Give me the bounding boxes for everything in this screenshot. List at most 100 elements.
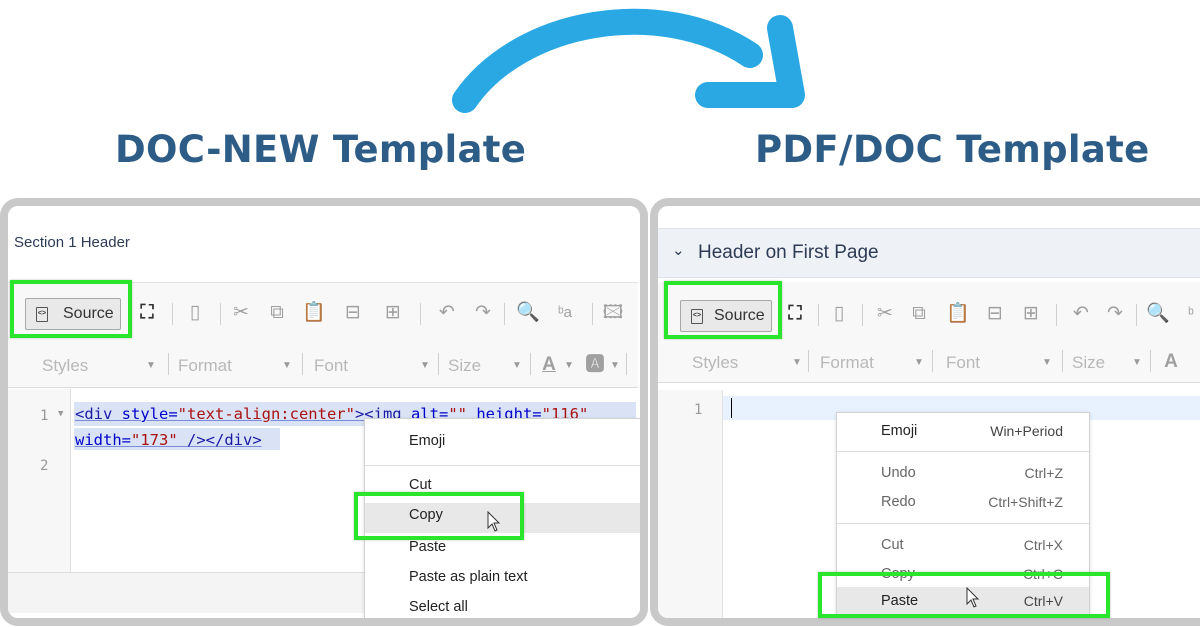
replace-icon[interactable]: ᵇa bbox=[554, 303, 576, 323]
code-token: "173" bbox=[131, 431, 178, 449]
line-number: 1 bbox=[694, 402, 703, 418]
code-token: "text-align:center" bbox=[177, 405, 355, 423]
show-blocks-icon[interactable]: ▯ bbox=[184, 303, 206, 323]
toolbar-separator bbox=[808, 350, 809, 372]
mouse-cursor-icon bbox=[966, 587, 980, 608]
undo-icon[interactable]: ↶ bbox=[1070, 304, 1092, 324]
menu-separator bbox=[837, 523, 1089, 524]
chevron-down-icon: ▼ bbox=[914, 357, 924, 368]
paste-text-icon[interactable]: ⊟ bbox=[984, 304, 1006, 324]
right-heading: PDF/DOC Template bbox=[755, 128, 1150, 171]
toolbar-separator bbox=[592, 303, 593, 325]
line-number: 2 bbox=[40, 458, 49, 474]
size-dropdown[interactable]: Size bbox=[1072, 353, 1105, 373]
copy-icon[interactable]: ⧉ bbox=[908, 304, 930, 324]
section-header-bar[interactable]: ⌄ Header on First Page bbox=[658, 228, 1200, 278]
chevron-down-icon: ▼ bbox=[282, 360, 292, 371]
copy-icon[interactable]: ⧉ bbox=[266, 303, 288, 323]
paste-icon[interactable]: 📋 bbox=[302, 303, 326, 323]
paste-word-icon[interactable]: ⊞ bbox=[382, 303, 404, 323]
toolbar-separator bbox=[1056, 304, 1057, 326]
chevron-down-icon: ▼ bbox=[1132, 357, 1142, 368]
curved-arrow-icon bbox=[452, 8, 805, 113]
menu-item-paste[interactable]: Paste bbox=[365, 539, 640, 565]
maximize-icon[interactable]: ⛶ bbox=[136, 303, 158, 323]
toolbar-separator bbox=[1150, 350, 1151, 372]
toolbar-separator bbox=[818, 304, 819, 326]
chevron-down-icon: ▼ bbox=[420, 360, 430, 371]
font-dropdown[interactable]: Font bbox=[946, 353, 980, 373]
text-color-icon[interactable]: A bbox=[538, 355, 560, 375]
menu-item-select-all[interactable]: Select all bbox=[365, 599, 640, 618]
menu-item-paste-plain[interactable]: Paste as plain text bbox=[365, 569, 640, 595]
toolbar-separator bbox=[302, 353, 303, 375]
undo-icon[interactable]: ↶ bbox=[436, 303, 458, 323]
fold-icon[interactable]: ▼ bbox=[58, 409, 63, 419]
menu-separator bbox=[837, 451, 1089, 452]
menu-item-emoji[interactable]: Emoji Win+Period bbox=[837, 423, 1089, 447]
maximize-icon[interactable]: ⛶ bbox=[784, 304, 806, 324]
chevron-down-icon: ▼ bbox=[512, 360, 522, 371]
toolbar-separator bbox=[1062, 350, 1063, 372]
format-dropdown[interactable]: Format bbox=[178, 356, 232, 376]
menu-item-redo[interactable]: Redo Ctrl+Shift+Z bbox=[837, 494, 1089, 518]
size-dropdown[interactable]: Size bbox=[448, 356, 481, 376]
bg-color-icon[interactable]: 🅰 bbox=[584, 355, 606, 375]
replace-icon[interactable]: ᵇ bbox=[1180, 304, 1200, 324]
redo-icon[interactable]: ↷ bbox=[1104, 304, 1126, 324]
toolbar-separator bbox=[168, 353, 169, 375]
toolbar-separator bbox=[504, 303, 505, 325]
toolbar-separator bbox=[530, 353, 531, 375]
menu-item-undo[interactable]: Undo Ctrl+Z bbox=[837, 465, 1089, 489]
styles-dropdown[interactable]: Styles bbox=[42, 356, 88, 376]
mouse-cursor-icon bbox=[487, 511, 501, 532]
highlight-source bbox=[664, 281, 782, 339]
toolbar-separator bbox=[220, 303, 221, 325]
redo-icon[interactable]: ↷ bbox=[472, 303, 494, 323]
text-color-icon[interactable]: A bbox=[1160, 352, 1182, 372]
code-line-1-wrap[interactable]: width="173" /></div> bbox=[75, 431, 262, 449]
code-token: style= bbox=[112, 405, 178, 423]
menu-separator bbox=[365, 465, 640, 466]
find-icon[interactable]: 🔍 bbox=[516, 303, 540, 323]
highlight-paste bbox=[818, 572, 1110, 618]
toolbar-separator bbox=[862, 304, 863, 326]
line-gutter bbox=[658, 390, 723, 618]
code-token: /></div> bbox=[177, 431, 262, 449]
highlight-source bbox=[10, 280, 132, 338]
code-token: <div bbox=[75, 405, 113, 423]
section-label: Section 1 Header bbox=[14, 234, 130, 251]
chevron-down-icon: ▼ bbox=[1042, 357, 1052, 368]
paste-icon[interactable]: 📋 bbox=[946, 304, 970, 324]
chevron-down-icon: ▼ bbox=[146, 360, 156, 371]
menu-item-cut[interactable]: Cut Ctrl+X bbox=[837, 537, 1089, 561]
menu-item-emoji[interactable]: Emoji bbox=[365, 433, 640, 459]
paste-text-icon[interactable]: ⊟ bbox=[342, 303, 364, 323]
section-label: Header on First Page bbox=[698, 242, 879, 263]
show-blocks-icon[interactable]: ▯ bbox=[828, 304, 850, 324]
chevron-down-icon: ⌄ bbox=[672, 242, 685, 259]
chevron-down-icon: ▼ bbox=[610, 360, 620, 371]
find-icon[interactable]: 🔍 bbox=[1146, 304, 1170, 324]
toolbar-separator bbox=[626, 353, 627, 375]
toolbar-separator bbox=[438, 353, 439, 375]
left-editor-panel: Section 1 Header <> Source ⛶ ▯ ✂ ⧉ 📋 ⊟ ⊞… bbox=[0, 198, 648, 626]
image-icon[interactable]: 🖾 bbox=[602, 303, 624, 323]
paste-word-icon[interactable]: ⊞ bbox=[1020, 304, 1042, 324]
toolbar-separator bbox=[172, 303, 173, 325]
cut-icon[interactable]: ✂ bbox=[874, 304, 896, 324]
cut-icon[interactable]: ✂ bbox=[230, 303, 252, 323]
toolbar-separator bbox=[1136, 304, 1137, 326]
font-dropdown[interactable]: Font bbox=[314, 356, 348, 376]
format-dropdown[interactable]: Format bbox=[820, 353, 874, 373]
code-token: width= bbox=[75, 431, 131, 449]
left-heading: DOC-NEW Template bbox=[115, 128, 527, 171]
chevron-down-icon: ▼ bbox=[564, 360, 574, 371]
line-number: 1 bbox=[40, 408, 49, 424]
toolbar-separator bbox=[932, 350, 933, 372]
toolbar-separator bbox=[420, 303, 421, 325]
styles-dropdown[interactable]: Styles bbox=[692, 353, 738, 373]
right-editor-panel: ⌄ Header on First Page <> Source ⛶ ▯ ✂ ⧉… bbox=[650, 198, 1200, 626]
chevron-down-icon: ▼ bbox=[792, 357, 802, 368]
text-caret bbox=[731, 398, 732, 418]
